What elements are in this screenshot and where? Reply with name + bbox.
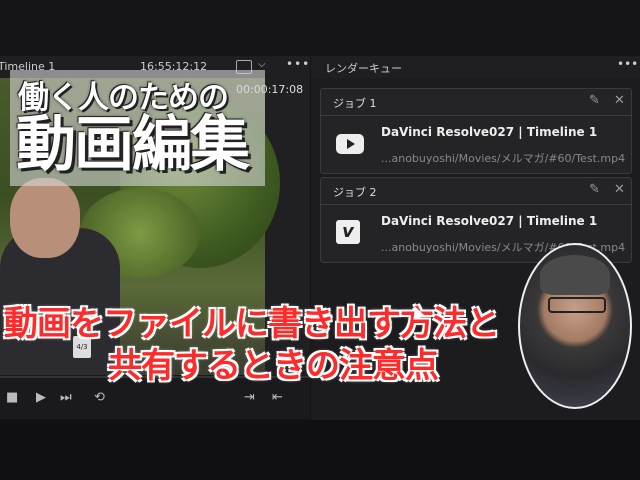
job-title: DaVinci Resolve027 | Timeline 1: [381, 214, 598, 228]
render-queue-title: レンダーキュー: [325, 62, 402, 75]
caption-line-2: 共有するときの注意点: [108, 346, 439, 386]
close-icon[interactable]: ✕: [614, 93, 625, 108]
chevron-down-icon[interactable]: ⌵: [258, 59, 266, 70]
close-icon[interactable]: ✕: [614, 182, 625, 197]
play-button[interactable]: ▶: [36, 390, 46, 405]
edit-icon[interactable]: ✎: [589, 182, 600, 197]
mark-in-button[interactable]: ⇥: [244, 390, 255, 405]
job-label: ジョブ 2: [333, 186, 377, 199]
stop-button[interactable]: ■: [6, 390, 18, 405]
person-head: [10, 178, 80, 258]
presenter-portrait: [518, 243, 632, 409]
job-title: DaVinci Resolve027 | Timeline 1: [381, 125, 598, 139]
render-queue-options-button[interactable]: •••: [617, 57, 638, 71]
vimeo-icon: v: [336, 220, 360, 244]
youtube-icon: [336, 134, 364, 154]
job-header: ジョブ 2 ✎ ✕: [321, 178, 631, 205]
skip-forward-button[interactable]: ⏭: [60, 390, 72, 405]
loop-button[interactable]: ⟲: [94, 390, 105, 405]
render-queue-header: レンダーキュー •••: [311, 56, 640, 78]
render-job-1[interactable]: ジョブ 1 ✎ ✕ DaVinci Resolve027 | Timeline …: [320, 88, 632, 174]
job-label: ジョブ 1: [333, 97, 377, 110]
viewer-options-button[interactable]: •••: [286, 57, 310, 71]
job-header: ジョブ 1 ✎ ✕: [321, 89, 631, 116]
bottom-bar: [0, 420, 640, 480]
portrait-glasses: [548, 297, 606, 313]
portrait-hair: [540, 255, 610, 295]
job-path: ...anobuyoshi/Movies/メルマガ/#60/Test.mp4: [381, 152, 626, 165]
edit-icon[interactable]: ✎: [589, 93, 600, 108]
mark-out-button[interactable]: ⇤: [272, 390, 283, 405]
title-line-2: 動画編集: [16, 110, 250, 180]
